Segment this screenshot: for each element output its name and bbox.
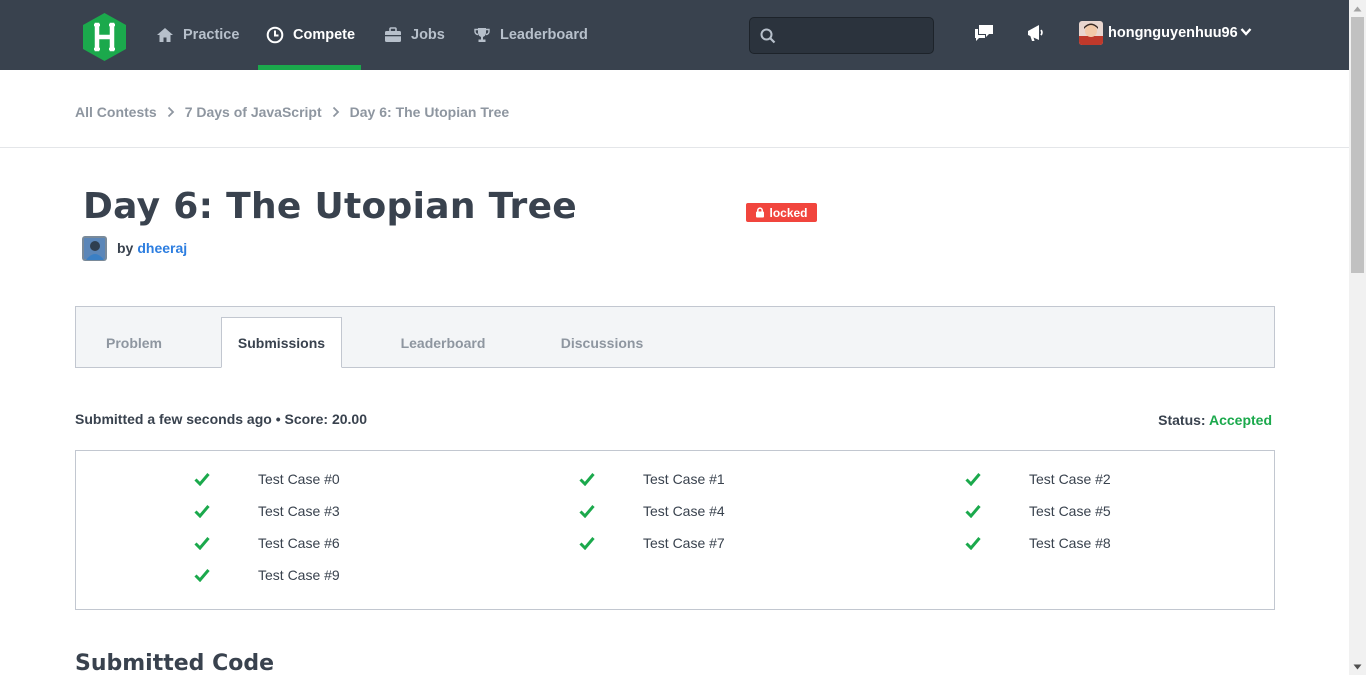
test-case-item[interactable]: Test Case #8	[965, 534, 1111, 552]
nav-compete-label: Compete	[293, 27, 356, 43]
nav-jobs[interactable]: Jobs	[384, 0, 445, 70]
search-box	[749, 17, 934, 54]
submitted-code-heading: Submitted Code	[75, 651, 275, 675]
chevron-right-icon	[167, 106, 174, 118]
clock-icon	[266, 26, 284, 44]
test-case-label: Test Case #6	[258, 535, 340, 551]
test-case-item[interactable]: Test Case #0	[194, 470, 340, 488]
page-title: Day 6: The Utopian Tree	[83, 186, 578, 227]
author-line: by dheeraj	[117, 240, 187, 256]
test-case-item[interactable]: Test Case #3	[194, 502, 340, 520]
tab-submissions[interactable]: Submissions	[221, 317, 342, 368]
by-label: by	[117, 240, 134, 256]
nav-practice-label: Practice	[183, 27, 240, 43]
nav-leaderboard-label: Leaderboard	[500, 27, 588, 43]
submission-status: Status: Accepted	[1158, 412, 1272, 428]
check-icon	[579, 505, 595, 518]
status-value: Accepted	[1208, 412, 1272, 428]
tab-leaderboard[interactable]: Leaderboard	[388, 317, 498, 368]
check-icon	[194, 537, 210, 550]
status-label: Status:	[1158, 412, 1206, 428]
hackerrank-logo[interactable]	[83, 13, 126, 61]
breadcrumb-all-contests[interactable]: All Contests	[75, 104, 157, 120]
breadcrumb-contest[interactable]: 7 Days of JavaScript	[185, 104, 322, 120]
test-case-label: Test Case #4	[643, 503, 725, 519]
check-icon	[579, 473, 595, 486]
challenge-tabs: Problem Submissions Leaderboard Discussi…	[75, 306, 1275, 368]
username-label[interactable]: hongnguyenhuu96	[1108, 25, 1238, 41]
locked-badge: locked	[746, 203, 817, 222]
submission-meta: Submitted a few seconds ago • Score: 20.…	[75, 411, 367, 427]
test-case-item[interactable]: Test Case #4	[579, 502, 725, 520]
briefcase-icon	[385, 27, 401, 42]
check-icon	[579, 537, 595, 550]
user-avatar[interactable]	[1079, 21, 1103, 45]
test-case-item[interactable]: Test Case #6	[194, 534, 340, 552]
check-icon	[965, 473, 981, 486]
triangle-up-icon	[1353, 6, 1362, 11]
trophy-icon	[474, 28, 490, 42]
search-icon	[760, 28, 776, 44]
check-icon	[194, 505, 210, 518]
test-case-item[interactable]: Test Case #2	[965, 470, 1111, 488]
messages-icon[interactable]	[973, 22, 995, 44]
nav-practice[interactable]: Practice	[156, 0, 239, 70]
test-case-item[interactable]: Test Case #5	[965, 502, 1111, 520]
test-case-label: Test Case #0	[258, 471, 340, 487]
chevron-right-icon	[332, 106, 339, 118]
test-case-label: Test Case #5	[1029, 503, 1111, 519]
nav-compete[interactable]: Compete	[266, 0, 355, 70]
home-icon	[157, 28, 173, 42]
check-icon	[194, 473, 210, 486]
test-case-item[interactable]: Test Case #9	[194, 566, 340, 584]
announcements-icon[interactable]	[1025, 22, 1047, 44]
test-case-label: Test Case #8	[1029, 535, 1111, 551]
top-navbar: Practice Compete Jobs Leaderboard hongng…	[0, 0, 1349, 70]
breadcrumb: All Contests 7 Days of JavaScript Day 6:…	[75, 104, 509, 120]
test-case-grid: Test Case #0 Test Case #1 Test Case #2 T…	[75, 450, 1275, 610]
test-case-item[interactable]: Test Case #1	[579, 470, 725, 488]
test-case-label: Test Case #3	[258, 503, 340, 519]
check-icon	[965, 537, 981, 550]
test-case-label: Test Case #7	[643, 535, 725, 551]
test-case-label: Test Case #2	[1029, 471, 1111, 487]
test-case-label: Test Case #9	[258, 567, 340, 583]
locked-badge-label: locked	[769, 205, 808, 220]
chevron-down-icon[interactable]	[1240, 27, 1252, 37]
scrollbar-thumb[interactable]	[1351, 17, 1364, 273]
author-avatar[interactable]	[82, 236, 107, 261]
breadcrumb-bar: All Contests 7 Days of JavaScript Day 6:…	[0, 70, 1349, 148]
lock-icon	[756, 207, 765, 218]
author-link[interactable]: dheeraj	[137, 240, 187, 256]
breadcrumb-challenge[interactable]: Day 6: The Utopian Tree	[350, 104, 509, 120]
check-icon	[194, 569, 210, 582]
tab-discussions[interactable]: Discussions	[546, 317, 658, 368]
nav-jobs-label: Jobs	[411, 27, 445, 43]
test-case-item[interactable]: Test Case #7	[579, 534, 725, 552]
scroll-up-arrow[interactable]	[1349, 0, 1366, 17]
search-input[interactable]	[784, 23, 924, 48]
nav-leaderboard[interactable]: Leaderboard	[473, 0, 588, 70]
triangle-down-icon	[1353, 664, 1362, 669]
scroll-down-arrow[interactable]	[1349, 658, 1366, 675]
tab-problem[interactable]: Problem	[76, 317, 192, 368]
check-icon	[965, 505, 981, 518]
test-case-label: Test Case #1	[643, 471, 725, 487]
